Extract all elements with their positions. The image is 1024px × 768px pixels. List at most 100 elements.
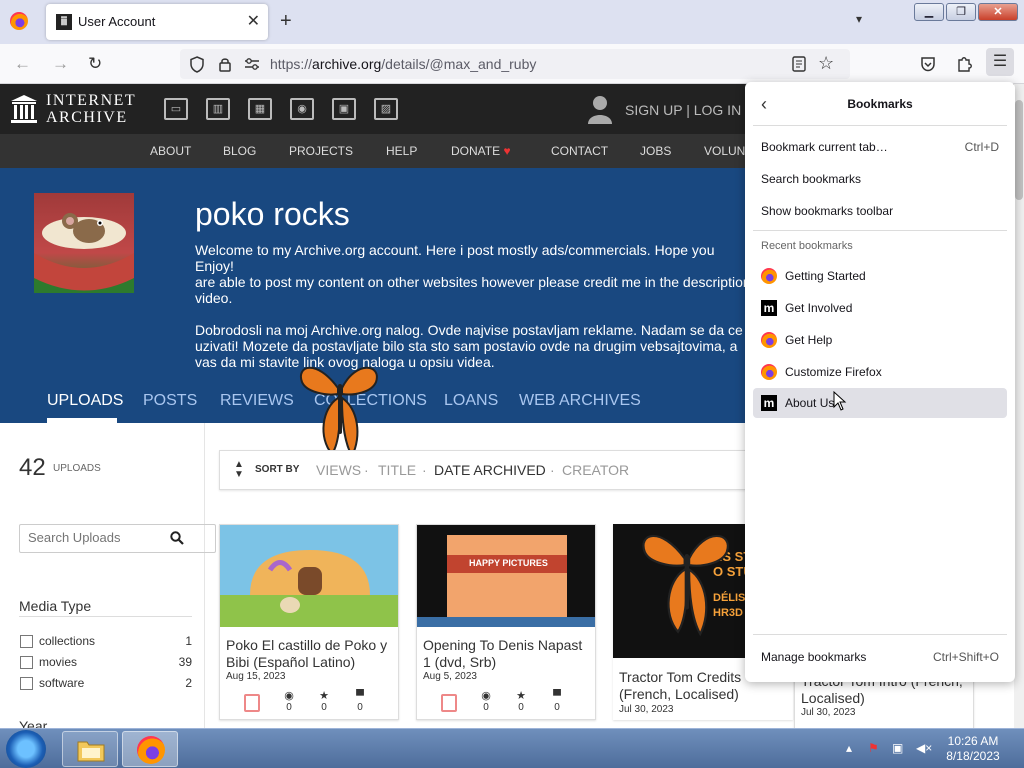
nav-volunteer[interactable]: VOLUN (704, 144, 745, 158)
reviews-stat: ▀ 0 (546, 691, 568, 714)
pocket-icon[interactable] (920, 56, 936, 72)
firefox-view-icon[interactable] (10, 12, 28, 30)
tab-web-archives[interactable]: WEB ARCHIVES (519, 392, 641, 410)
video-film-icon[interactable]: ▦ (248, 98, 272, 120)
search-uploads-input[interactable] (28, 530, 168, 545)
card-title[interactable]: Poko El castillo de Poko y Bibi (Español… (226, 637, 396, 671)
tab-user-account[interactable]: ⅲ User Account ✕ (46, 4, 268, 40)
sort-direction-icon[interactable]: ▲ ▼ (234, 460, 244, 480)
extensions-puzzle-icon[interactable] (956, 55, 972, 73)
taskbar-firefox-button[interactable] (122, 731, 178, 767)
minimize-button[interactable]: ▁ (914, 3, 944, 21)
reload-icon[interactable]: ↻ (88, 54, 102, 74)
signup-login-link[interactable]: SIGN UP | LOG IN (625, 102, 741, 118)
search-bookmarks[interactable]: Search bookmarks (753, 164, 1007, 194)
volume-muted-icon[interactable]: ◀× (916, 741, 932, 755)
nav-help[interactable]: HELP (386, 144, 417, 158)
left-sidebar: 42 UPLOADS Media Type collections 1 movi… (0, 423, 216, 768)
media-type-icons: ▭ ▥ ▦ ◉ ▣ ▨ (164, 98, 398, 120)
sort-dot: · (422, 462, 427, 478)
facet-collections[interactable]: collections 1 (20, 633, 192, 649)
images-icon[interactable]: ▨ (374, 98, 398, 120)
nav-about[interactable]: ABOUT (150, 144, 191, 158)
facet-software[interactable]: software 2 (20, 675, 192, 691)
tab-close-icon[interactable]: ✕ (247, 11, 260, 31)
facet-checkbox[interactable] (20, 677, 33, 690)
user-avatar-icon[interactable] (588, 94, 612, 124)
shield-icon[interactable] (189, 56, 205, 73)
bookmark-star-icon[interactable]: ☆ (818, 53, 834, 74)
forward-arrow-icon[interactable]: → (52, 54, 69, 74)
manage-bookmarks[interactable]: Manage bookmarks Ctrl+Shift+O (753, 642, 1007, 672)
tab-loans[interactable]: LOANS (444, 392, 498, 410)
eye-icon: ◉ (284, 690, 294, 702)
close-window-button[interactable]: ✕ (978, 3, 1018, 21)
restore-button[interactable]: ❐ (946, 3, 976, 21)
sort-date-archived[interactable]: DATE ARCHIVED (434, 462, 546, 478)
nav-projects[interactable]: PROJECTS (289, 144, 353, 158)
start-button-windows-icon[interactable] (6, 730, 46, 768)
show-bookmarks-toolbar[interactable]: Show bookmarks toolbar (753, 196, 1007, 226)
nav-contact[interactable]: CONTACT (551, 144, 608, 158)
bookmark-about-us[interactable]: m About Us (753, 388, 1007, 418)
facet-divider (19, 616, 192, 617)
recent-bookmarks-heading: Recent bookmarks (761, 240, 853, 252)
nav-jobs[interactable]: JOBS (640, 144, 671, 158)
list-all-tabs-chevron-icon[interactable]: ▾ (856, 12, 862, 26)
network-icon[interactable]: ▣ (892, 741, 903, 755)
facet-movies[interactable]: movies 39 (20, 654, 192, 670)
menu-item-label: Bookmark current tab… (761, 140, 888, 154)
views-count: 0 (286, 702, 292, 713)
tab-posts[interactable]: POSTS (143, 392, 197, 410)
search-icon[interactable] (170, 531, 184, 545)
bookmark-current-tab[interactable]: Bookmark current tab… Ctrl+D (753, 132, 1007, 162)
window-controls: ▁ ❐ ✕ (914, 3, 1018, 21)
lock-icon[interactable] (218, 56, 232, 72)
bookmark-label: Get Help (785, 333, 833, 347)
sort-creator[interactable]: CREATOR (562, 462, 629, 478)
permissions-icon[interactable] (244, 57, 260, 71)
page-scrollbar-thumb[interactable] (1015, 100, 1023, 200)
ia-logo-text[interactable]: INTERNET ARCHIVE (46, 92, 136, 126)
sort-title[interactable]: TITLE (378, 462, 416, 478)
software-floppy-icon[interactable]: ▣ (332, 98, 356, 120)
nav-blog[interactable]: BLOG (223, 144, 256, 158)
internet-archive-logo-icon[interactable] (10, 94, 38, 124)
facet-checkbox[interactable] (20, 635, 33, 648)
bookmark-get-involved[interactable]: m Get Involved (753, 293, 1007, 323)
views-stat: ◉ 0 (475, 691, 497, 714)
url-bar[interactable]: https://archive.org/details/@max_and_rub… (180, 49, 850, 79)
tab-uploads[interactable]: UPLOADS (47, 392, 123, 410)
film-icon (441, 694, 457, 712)
sort-views[interactable]: VIEWS (316, 462, 361, 478)
facet-checkbox[interactable] (20, 656, 33, 669)
item-card[interactable]: Poko El castillo de Poko y Bibi (Español… (219, 524, 399, 720)
taskbar-clock[interactable]: 10:26 AM 8/18/2023 (940, 734, 1006, 764)
bookmark-customize-firefox[interactable]: Customize Firefox (753, 357, 1007, 387)
item-card[interactable]: HAPPY PICTURES Opening To Denis Napast 1… (416, 524, 596, 720)
reviews-stat: ▀ 0 (349, 691, 371, 714)
card-title[interactable]: Opening To Denis Napast 1 (dvd, Srb) (423, 637, 593, 671)
favorites-count: 0 (518, 702, 524, 713)
navigation-toolbar: ← → ↻ https://archive.org/details/@max_a… (0, 44, 1024, 84)
favorites-count: 0 (321, 702, 327, 713)
profile-name: poko rocks (195, 196, 350, 232)
facet-label: collections (39, 634, 96, 648)
tab-reviews[interactable]: REVIEWS (220, 392, 294, 410)
url-text[interactable]: https://archive.org/details/@max_and_rub… (270, 56, 536, 72)
web-icon[interactable]: ▭ (164, 98, 188, 120)
new-tab-button[interactable]: + (280, 10, 292, 32)
app-menu-hamburger-icon[interactable]: ☰ (986, 48, 1014, 76)
nav-donate-label: DONATE (451, 144, 501, 158)
taskbar-explorer-button[interactable] (62, 731, 118, 767)
bookmark-get-help[interactable]: Get Help (753, 325, 1007, 355)
nav-donate[interactable]: DONATE ♥ (451, 144, 511, 158)
bookmark-getting-started[interactable]: Getting Started (753, 261, 1007, 291)
action-center-flag-icon[interactable]: ⚑ (868, 741, 879, 755)
card-thumbnail (220, 525, 398, 627)
show-hidden-icons-chevron-icon[interactable]: ▴ (846, 741, 852, 755)
audio-speaker-icon[interactable]: ◉ (290, 98, 314, 120)
back-arrow-icon[interactable]: ← (14, 54, 31, 74)
reader-view-icon[interactable] (792, 56, 806, 72)
texts-book-icon[interactable]: ▥ (206, 98, 230, 120)
